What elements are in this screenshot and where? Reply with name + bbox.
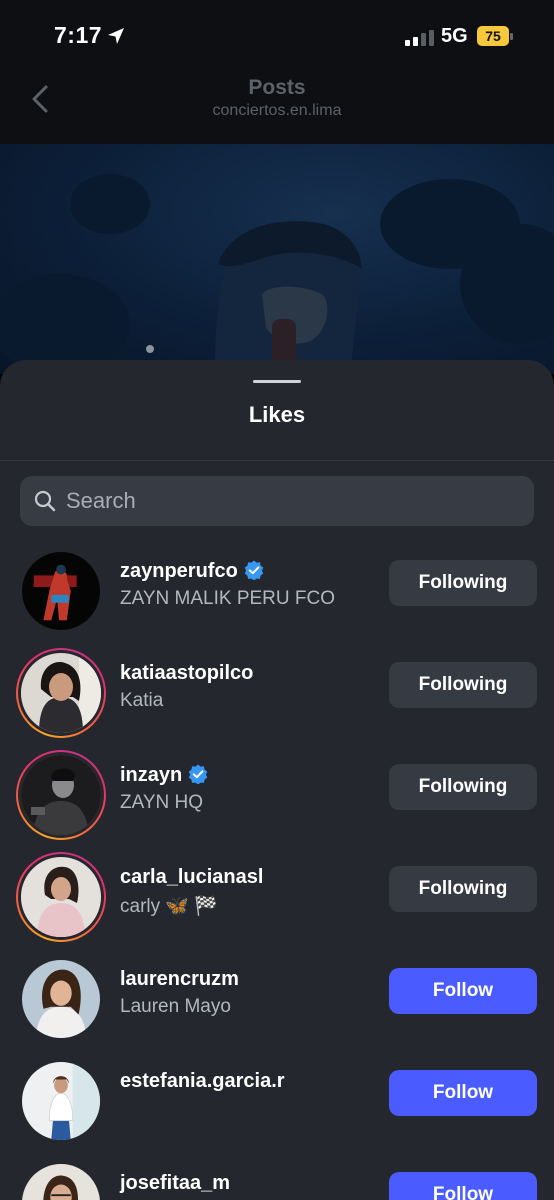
- following-button[interactable]: Following: [389, 560, 537, 606]
- avatar[interactable]: [16, 852, 106, 942]
- username-text[interactable]: carla_lucianasl: [120, 866, 263, 888]
- full-name: carly 🦋 🏁: [120, 896, 218, 917]
- divider: [0, 460, 554, 461]
- list-item[interactable]: katiaastopilco Katia Following: [0, 640, 554, 742]
- avatar[interactable]: [16, 954, 106, 1044]
- username-text[interactable]: inzayn: [120, 764, 182, 786]
- username[interactable]: katiaastopilco: [120, 662, 253, 685]
- list-item[interactable]: carla_lucianasl carly 🦋 🏁 Following: [0, 844, 554, 946]
- username-text[interactable]: katiaastopilco: [120, 662, 253, 684]
- status-bar: 7:17 5G 75: [0, 0, 554, 72]
- full-name: ZAYN MALIK PERU FCO: [120, 588, 336, 609]
- avatar[interactable]: [16, 546, 106, 636]
- avatar-image: [21, 857, 101, 937]
- posts-header: Posts conciertos.en.lima: [0, 72, 554, 144]
- avatar-image: [22, 552, 100, 630]
- sheet-grabber[interactable]: [253, 380, 301, 383]
- search-input[interactable]: [66, 476, 516, 526]
- username-text[interactable]: estefania.garcia.r: [120, 1070, 285, 1092]
- following-button[interactable]: Following: [389, 866, 537, 912]
- username-text[interactable]: laurencruzm: [120, 968, 239, 990]
- list-item[interactable]: zaynperufco ZAYN MALIK PERU FCO Followin…: [0, 538, 554, 640]
- username-text[interactable]: zaynperufco: [120, 560, 238, 582]
- follow-button[interactable]: Follow: [389, 1172, 537, 1200]
- battery-tip: [510, 33, 513, 40]
- avatar[interactable]: [16, 648, 106, 738]
- status-time: 7:17: [54, 22, 103, 48]
- avatar[interactable]: [16, 1056, 106, 1146]
- following-button[interactable]: Following: [389, 764, 537, 810]
- battery-level: 75: [477, 26, 509, 46]
- search-bar[interactable]: [20, 476, 534, 526]
- username[interactable]: zaynperufco: [120, 560, 264, 583]
- likes-sheet: Likes zaynperufco ZAYN MALIK PERU FCO Fo…: [0, 360, 554, 1200]
- full-name: Katia: [120, 690, 164, 711]
- full-name: Lauren Mayo: [120, 996, 231, 1017]
- avatar-image: [21, 755, 101, 835]
- list-item[interactable]: estefania.garcia.r Follow: [0, 1048, 554, 1150]
- full-name: ZAYN HQ: [120, 792, 204, 813]
- list-item[interactable]: inzayn ZAYN HQ Following: [0, 742, 554, 844]
- username[interactable]: carla_lucianasl: [120, 866, 263, 889]
- follow-button[interactable]: Follow: [389, 1070, 537, 1116]
- username-text[interactable]: josefitaa_m: [120, 1172, 230, 1194]
- username[interactable]: estefania.garcia.r: [120, 1070, 285, 1093]
- verified-badge-icon: [244, 560, 264, 580]
- avatar[interactable]: [16, 750, 106, 840]
- verified-badge-icon: [188, 764, 208, 784]
- avatar[interactable]: [16, 1158, 106, 1200]
- network-type: 5G: [441, 25, 468, 47]
- avatar-image: [21, 653, 101, 733]
- follow-button[interactable]: Follow: [389, 968, 537, 1014]
- search-icon: [34, 490, 56, 512]
- username[interactable]: inzayn: [120, 764, 208, 787]
- avatar-image: [22, 1164, 100, 1200]
- sheet-title: Likes: [248, 402, 306, 427]
- following-button[interactable]: Following: [389, 662, 537, 708]
- username[interactable]: laurencruzm: [120, 968, 239, 991]
- battery-icon: 75: [477, 26, 515, 46]
- header-subtitle: conciertos.en.lima: [212, 102, 342, 119]
- list-item[interactable]: laurencruzm Lauren Mayo Follow: [0, 946, 554, 1048]
- avatar-image: [22, 1062, 100, 1140]
- location-arrow-icon: [108, 28, 124, 44]
- avatar-image: [22, 960, 100, 1038]
- post-photo: [0, 144, 554, 374]
- cellular-signal-icon: [405, 30, 434, 46]
- list-item[interactable]: josefitaa_m Follow: [0, 1150, 554, 1200]
- username[interactable]: josefitaa_m: [120, 1172, 230, 1195]
- header-title: Posts: [248, 76, 306, 99]
